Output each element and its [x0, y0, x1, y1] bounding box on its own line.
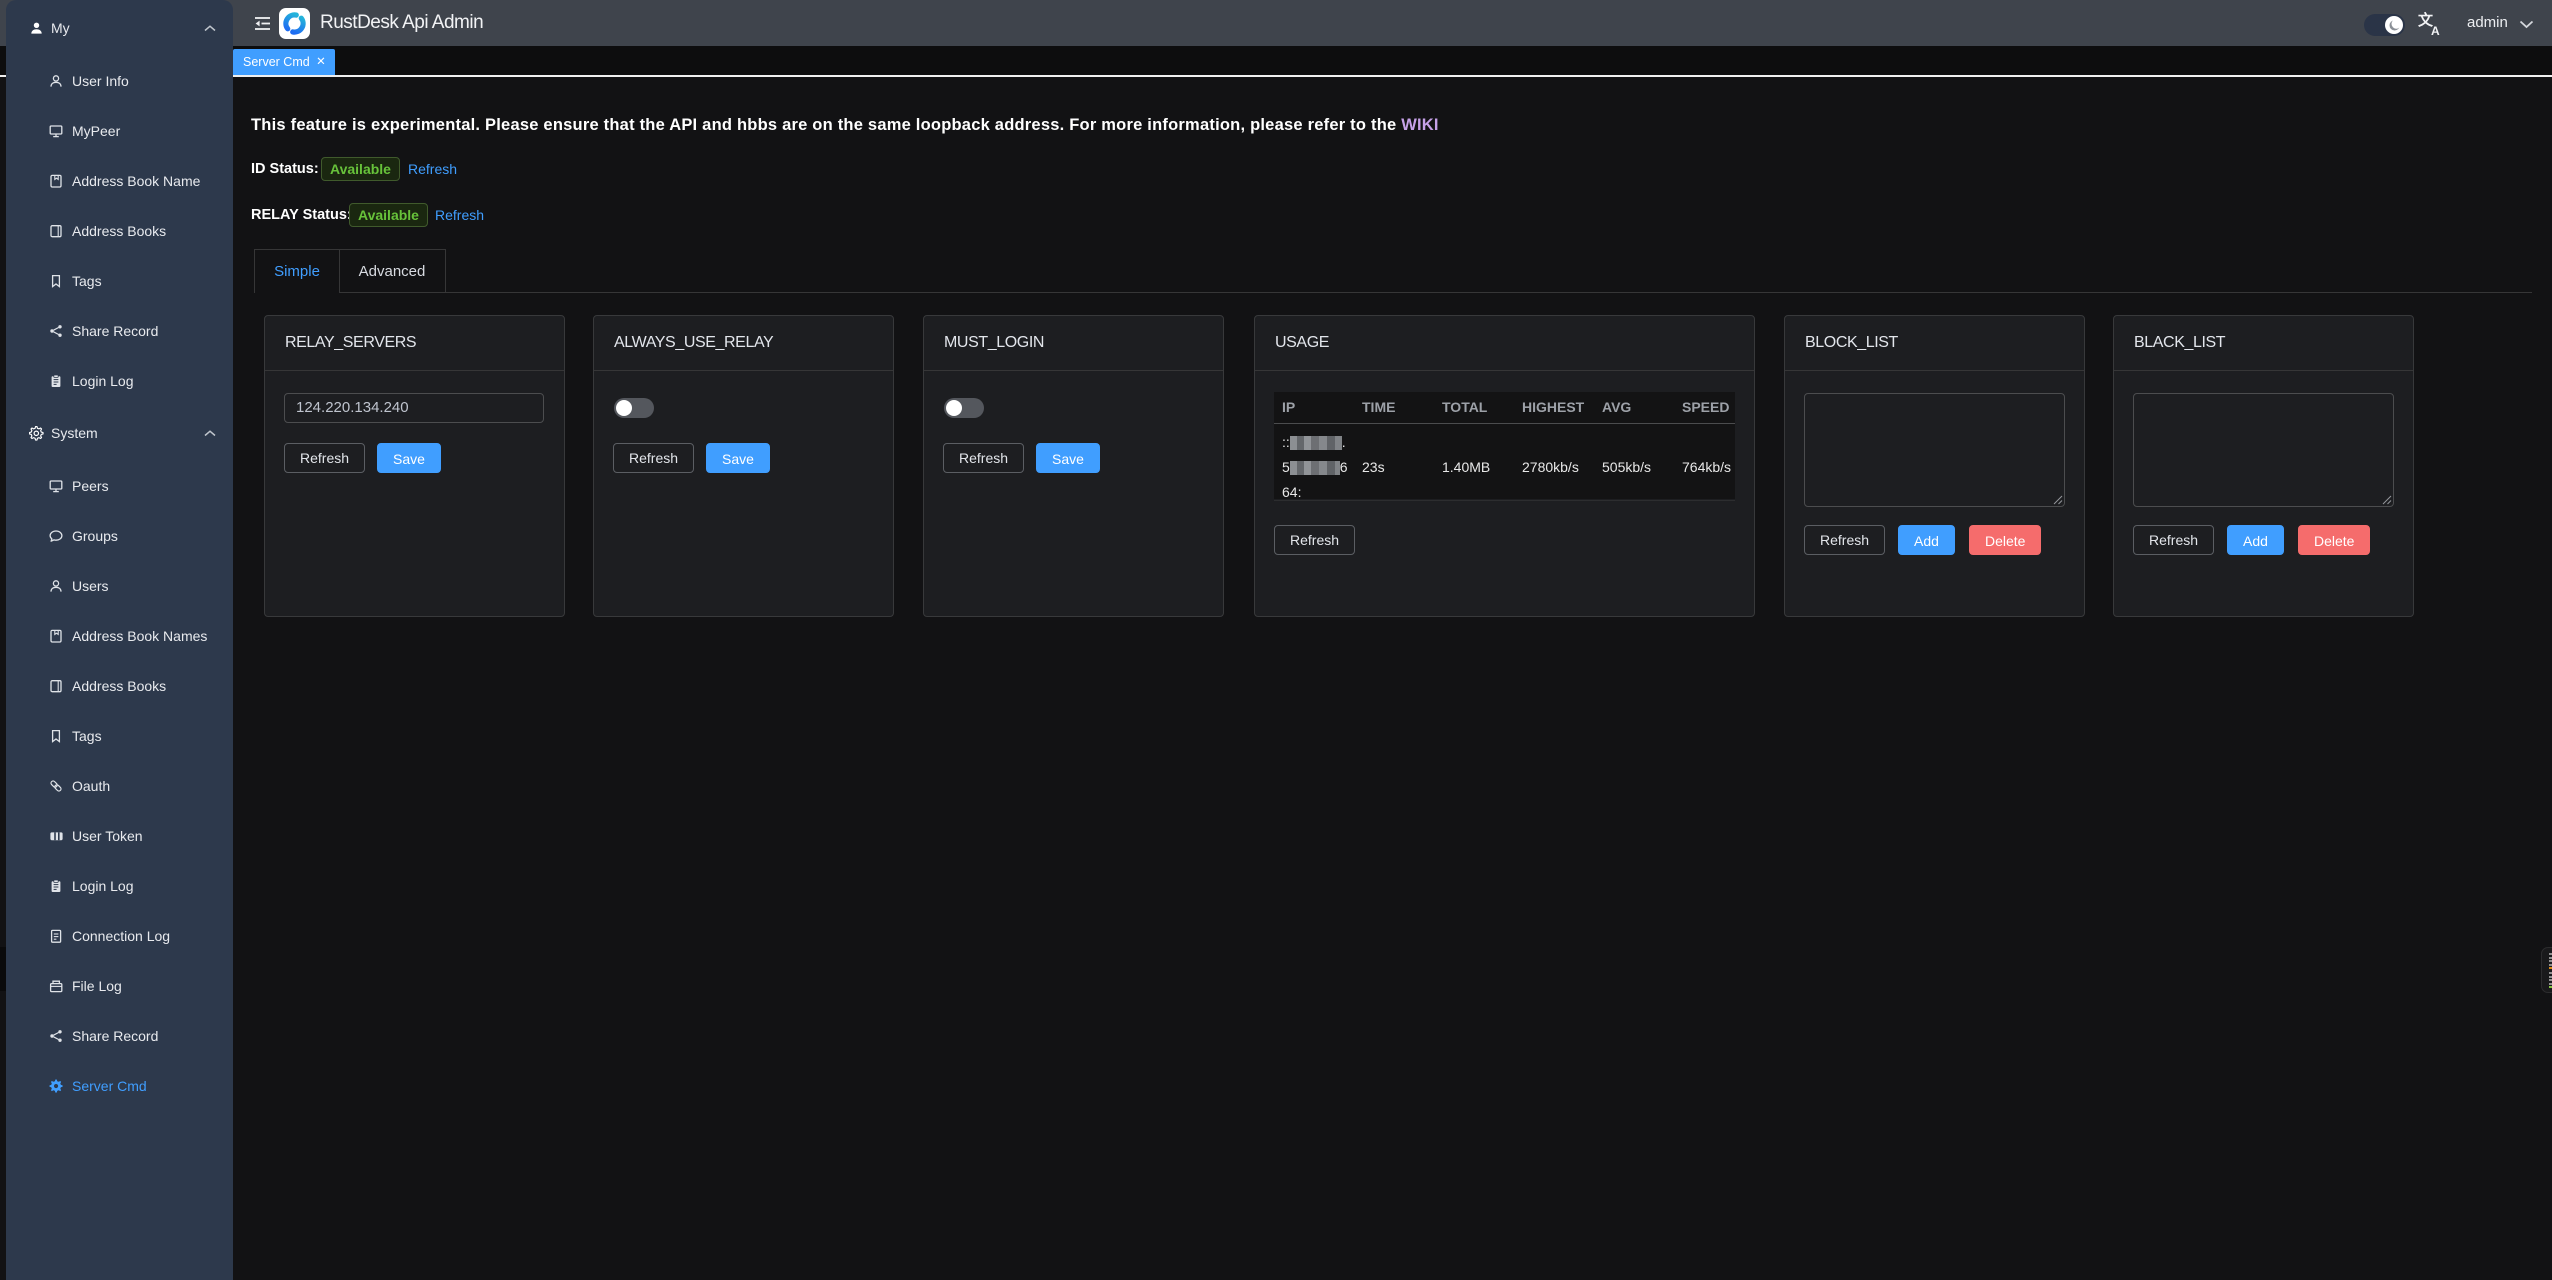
- svg-text:A: A: [2431, 24, 2440, 36]
